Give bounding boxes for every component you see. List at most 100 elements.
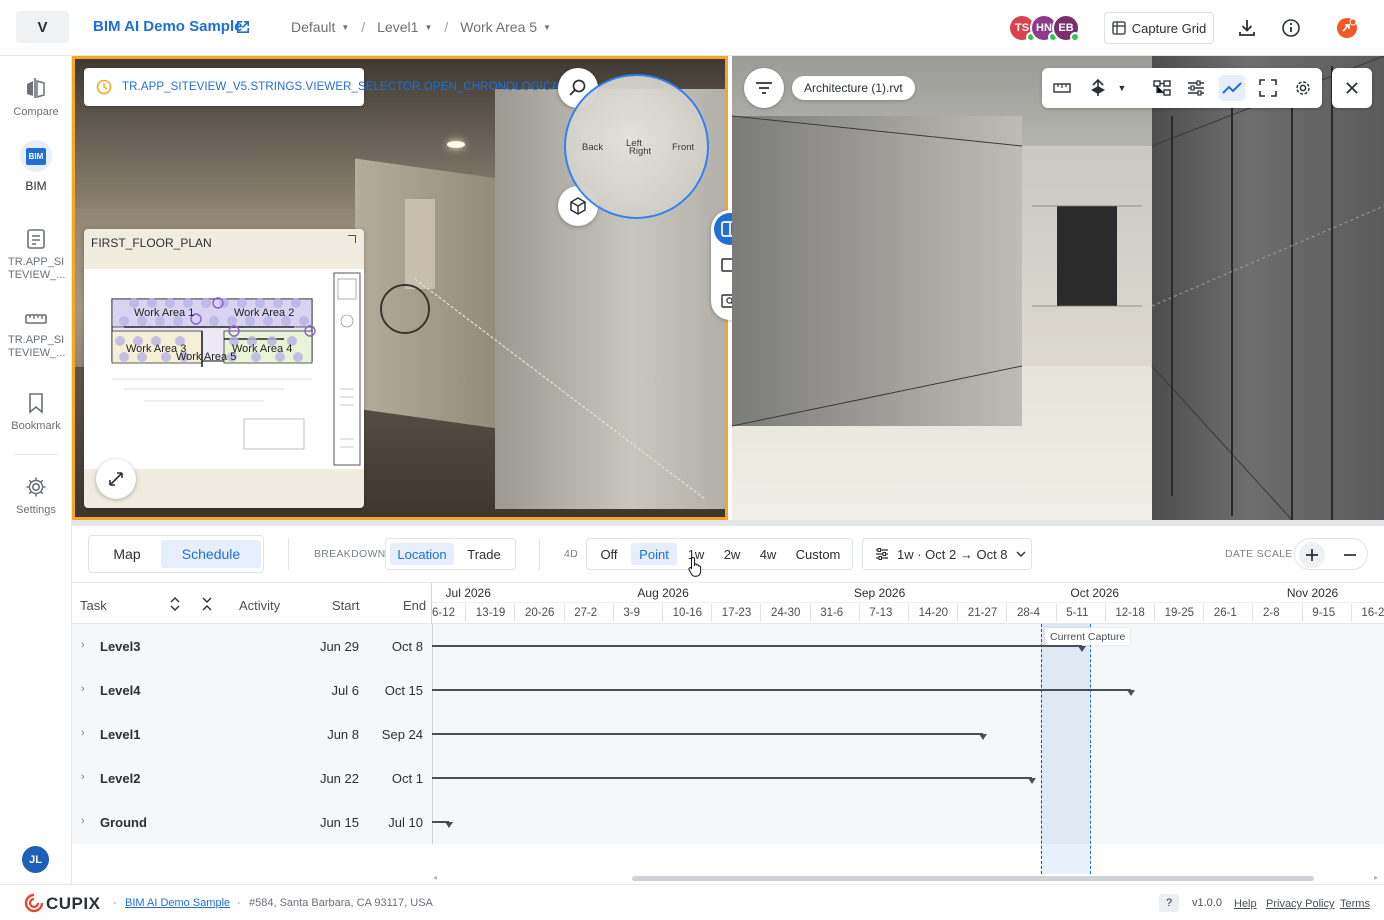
gantt-bar[interactable] — [432, 645, 1082, 647]
breadcrumb-item-level[interactable]: Level1 ▼ — [377, 19, 432, 35]
help-shortcut-button[interactable]: ? — [1159, 894, 1179, 912]
terms-link[interactable]: Terms — [1340, 898, 1370, 910]
info-icon[interactable] — [1280, 17, 1302, 39]
breadcrumb-item-project[interactable]: Default ▼ — [291, 19, 349, 35]
filter-button[interactable] — [744, 68, 784, 108]
sidebar-item-bookmark[interactable]: Bookmark — [0, 392, 72, 433]
current-capture-band — [1041, 624, 1091, 874]
expand-minimap-button[interactable] — [96, 459, 136, 499]
gantt-bar[interactable] — [432, 777, 1033, 779]
viewer-selector-label[interactable]: TR.APP_SITEVIEW_V5.STRINGS.VIEWER_SELECT… — [122, 81, 566, 93]
sidebar-item-bim[interactable]: BIM BIM — [0, 140, 72, 193]
4d-off-option[interactable]: Off — [591, 543, 627, 565]
user-avatar[interactable]: JL — [22, 846, 49, 873]
column-header-start[interactable]: Start — [332, 598, 359, 613]
floor-plan-minimap[interactable]: FIRST_FLOOR_PLAN Work Area 1 Work Area 2… — [84, 229, 364, 508]
progress-tracking-button[interactable] — [1219, 75, 1245, 101]
breadcrumb: Default ▼ / Level1 ▼ / Work Area 5 ▼ — [291, 19, 551, 35]
scroll-right-icon[interactable]: ▸ — [1374, 873, 1378, 882]
viewer-settings-button[interactable] — [1290, 75, 1316, 101]
workspace-switcher-button[interactable]: V — [16, 11, 69, 43]
download-icon[interactable] — [1236, 17, 1258, 39]
week-label: 17-23 — [721, 607, 752, 619]
collaborator-avatars[interactable]: TS HN EB — [1008, 14, 1080, 42]
4d-4w-option[interactable]: 4w — [751, 543, 785, 565]
chevron-right-icon[interactable]: › — [81, 771, 85, 783]
week-label: 16-2 — [1361, 607, 1384, 619]
sidebar-item-notes[interactable]: TR.APP_SI TEVIEW_... — [0, 228, 72, 282]
close-viewer-button[interactable] — [1332, 68, 1372, 108]
ruler-icon — [1053, 83, 1071, 93]
adjust-button[interactable] — [1183, 75, 1209, 101]
external-link-icon[interactable] — [234, 18, 252, 36]
measure-tool-button[interactable] — [1049, 75, 1075, 101]
week-label: 3-9 — [623, 607, 641, 619]
table-row[interactable]: › Level2 Jun 22 Oct 1 — [72, 756, 432, 800]
week-gridline — [1154, 604, 1155, 622]
gantt-bar[interactable] — [432, 689, 1131, 691]
tab-map[interactable]: Map — [93, 540, 161, 568]
work-area-label[interactable]: Work Area 4 — [232, 343, 292, 355]
chevron-right-icon[interactable]: › — [81, 815, 85, 827]
notifications-icon[interactable] — [1336, 17, 1358, 39]
work-area-label[interactable]: Work Area 5 — [176, 351, 236, 363]
gantt-timeline[interactable] — [432, 624, 1384, 874]
chevron-right-icon[interactable]: › — [81, 639, 85, 651]
footer-project-link[interactable]: BIM AI Demo Sample — [125, 897, 230, 909]
sidebar-item-measure[interactable]: TR.APP_SI TEVIEW_... — [0, 310, 72, 360]
help-link[interactable]: Help — [1234, 898, 1257, 910]
horizontal-scrollbar[interactable] — [632, 876, 1314, 881]
scroll-left-icon[interactable]: ◂ — [433, 873, 437, 882]
table-row[interactable]: › Ground Jun 15 Jul 10 — [72, 800, 432, 844]
date-scale-label: DATE SCALE — [1225, 548, 1293, 560]
toolbar-divider — [288, 538, 289, 570]
zoom-in-button[interactable] — [1299, 542, 1325, 568]
cupix-logo[interactable]: CUPIX — [46, 894, 100, 914]
task-name: Level1 — [100, 727, 141, 742]
section-dropdown-button[interactable]: ▼ — [1113, 75, 1131, 101]
section-tool-button[interactable] — [1085, 75, 1111, 101]
column-header-end[interactable]: End — [403, 598, 426, 613]
column-header-activity[interactable]: Activity — [239, 598, 280, 613]
model-tree-button[interactable] — [1149, 75, 1175, 101]
panel-resize-divider[interactable] — [72, 520, 1384, 526]
project-title[interactable]: BIM AI Demo Sample — [93, 18, 242, 35]
footer-separator: · — [113, 897, 117, 909]
sidebar-item-label: BIM — [25, 179, 47, 193]
sidebar-item-compare[interactable]: Compare — [0, 76, 72, 119]
sidebar-item-settings[interactable]: Settings — [0, 476, 72, 517]
tab-schedule[interactable]: Schedule — [161, 540, 261, 568]
4d-point-option[interactable]: Point — [631, 543, 677, 565]
table-row[interactable]: › Level3 Jun 29 Oct 8 — [72, 624, 432, 668]
breakdown-trade-option[interactable]: Trade — [456, 543, 512, 565]
minimap-title: FIRST_FLOOR_PLAN — [91, 236, 212, 250]
view-compass[interactable]: Back Left Right Front — [564, 74, 709, 219]
model-name-chip[interactable]: Architecture (1).rvt — [792, 76, 915, 100]
4d-custom-option[interactable]: Custom — [789, 543, 847, 565]
4d-2w-option[interactable]: 2w — [715, 543, 749, 565]
work-area-label[interactable]: Work Area 2 — [234, 307, 294, 319]
privacy-policy-link[interactable]: Privacy Policy — [1266, 898, 1334, 910]
capture-grid-button[interactable]: Capture Grid — [1104, 12, 1214, 44]
avatar[interactable]: EB — [1052, 14, 1080, 42]
breakdown-location-option[interactable]: Location — [390, 543, 454, 565]
chevron-right-icon[interactable]: › — [81, 727, 85, 739]
table-row[interactable]: › Level4 Jul 6 Oct 15 — [72, 668, 432, 712]
table-row[interactable]: › Level1 Jun 8 Sep 24 — [72, 712, 432, 756]
collapse-all-icon[interactable] — [202, 596, 212, 612]
gantt-bar[interactable] — [432, 733, 984, 735]
bim-model-viewer[interactable] — [732, 56, 1384, 520]
breadcrumb-separator: / — [444, 19, 449, 35]
breadcrumb-item-area[interactable]: Work Area 5 ▼ — [460, 19, 551, 35]
fullscreen-button[interactable] — [1255, 75, 1281, 101]
work-area-label[interactable]: Work Area 1 — [134, 307, 194, 319]
chevron-right-icon[interactable]: › — [81, 683, 85, 695]
collapse-icon[interactable] — [348, 235, 356, 243]
floor-plan-sheet[interactable]: Work Area 1 Work Area 2 Work Area 3 Work… — [84, 269, 364, 469]
task-end: Oct 8 — [391, 639, 423, 654]
sort-icon[interactable] — [170, 596, 180, 612]
grid-map-icon — [1112, 21, 1126, 35]
column-header-task[interactable]: Task — [80, 598, 107, 613]
date-range-selector[interactable]: 1w · Oct 2 → Oct 8 — [862, 538, 1032, 570]
zoom-out-button[interactable] — [1337, 542, 1363, 568]
